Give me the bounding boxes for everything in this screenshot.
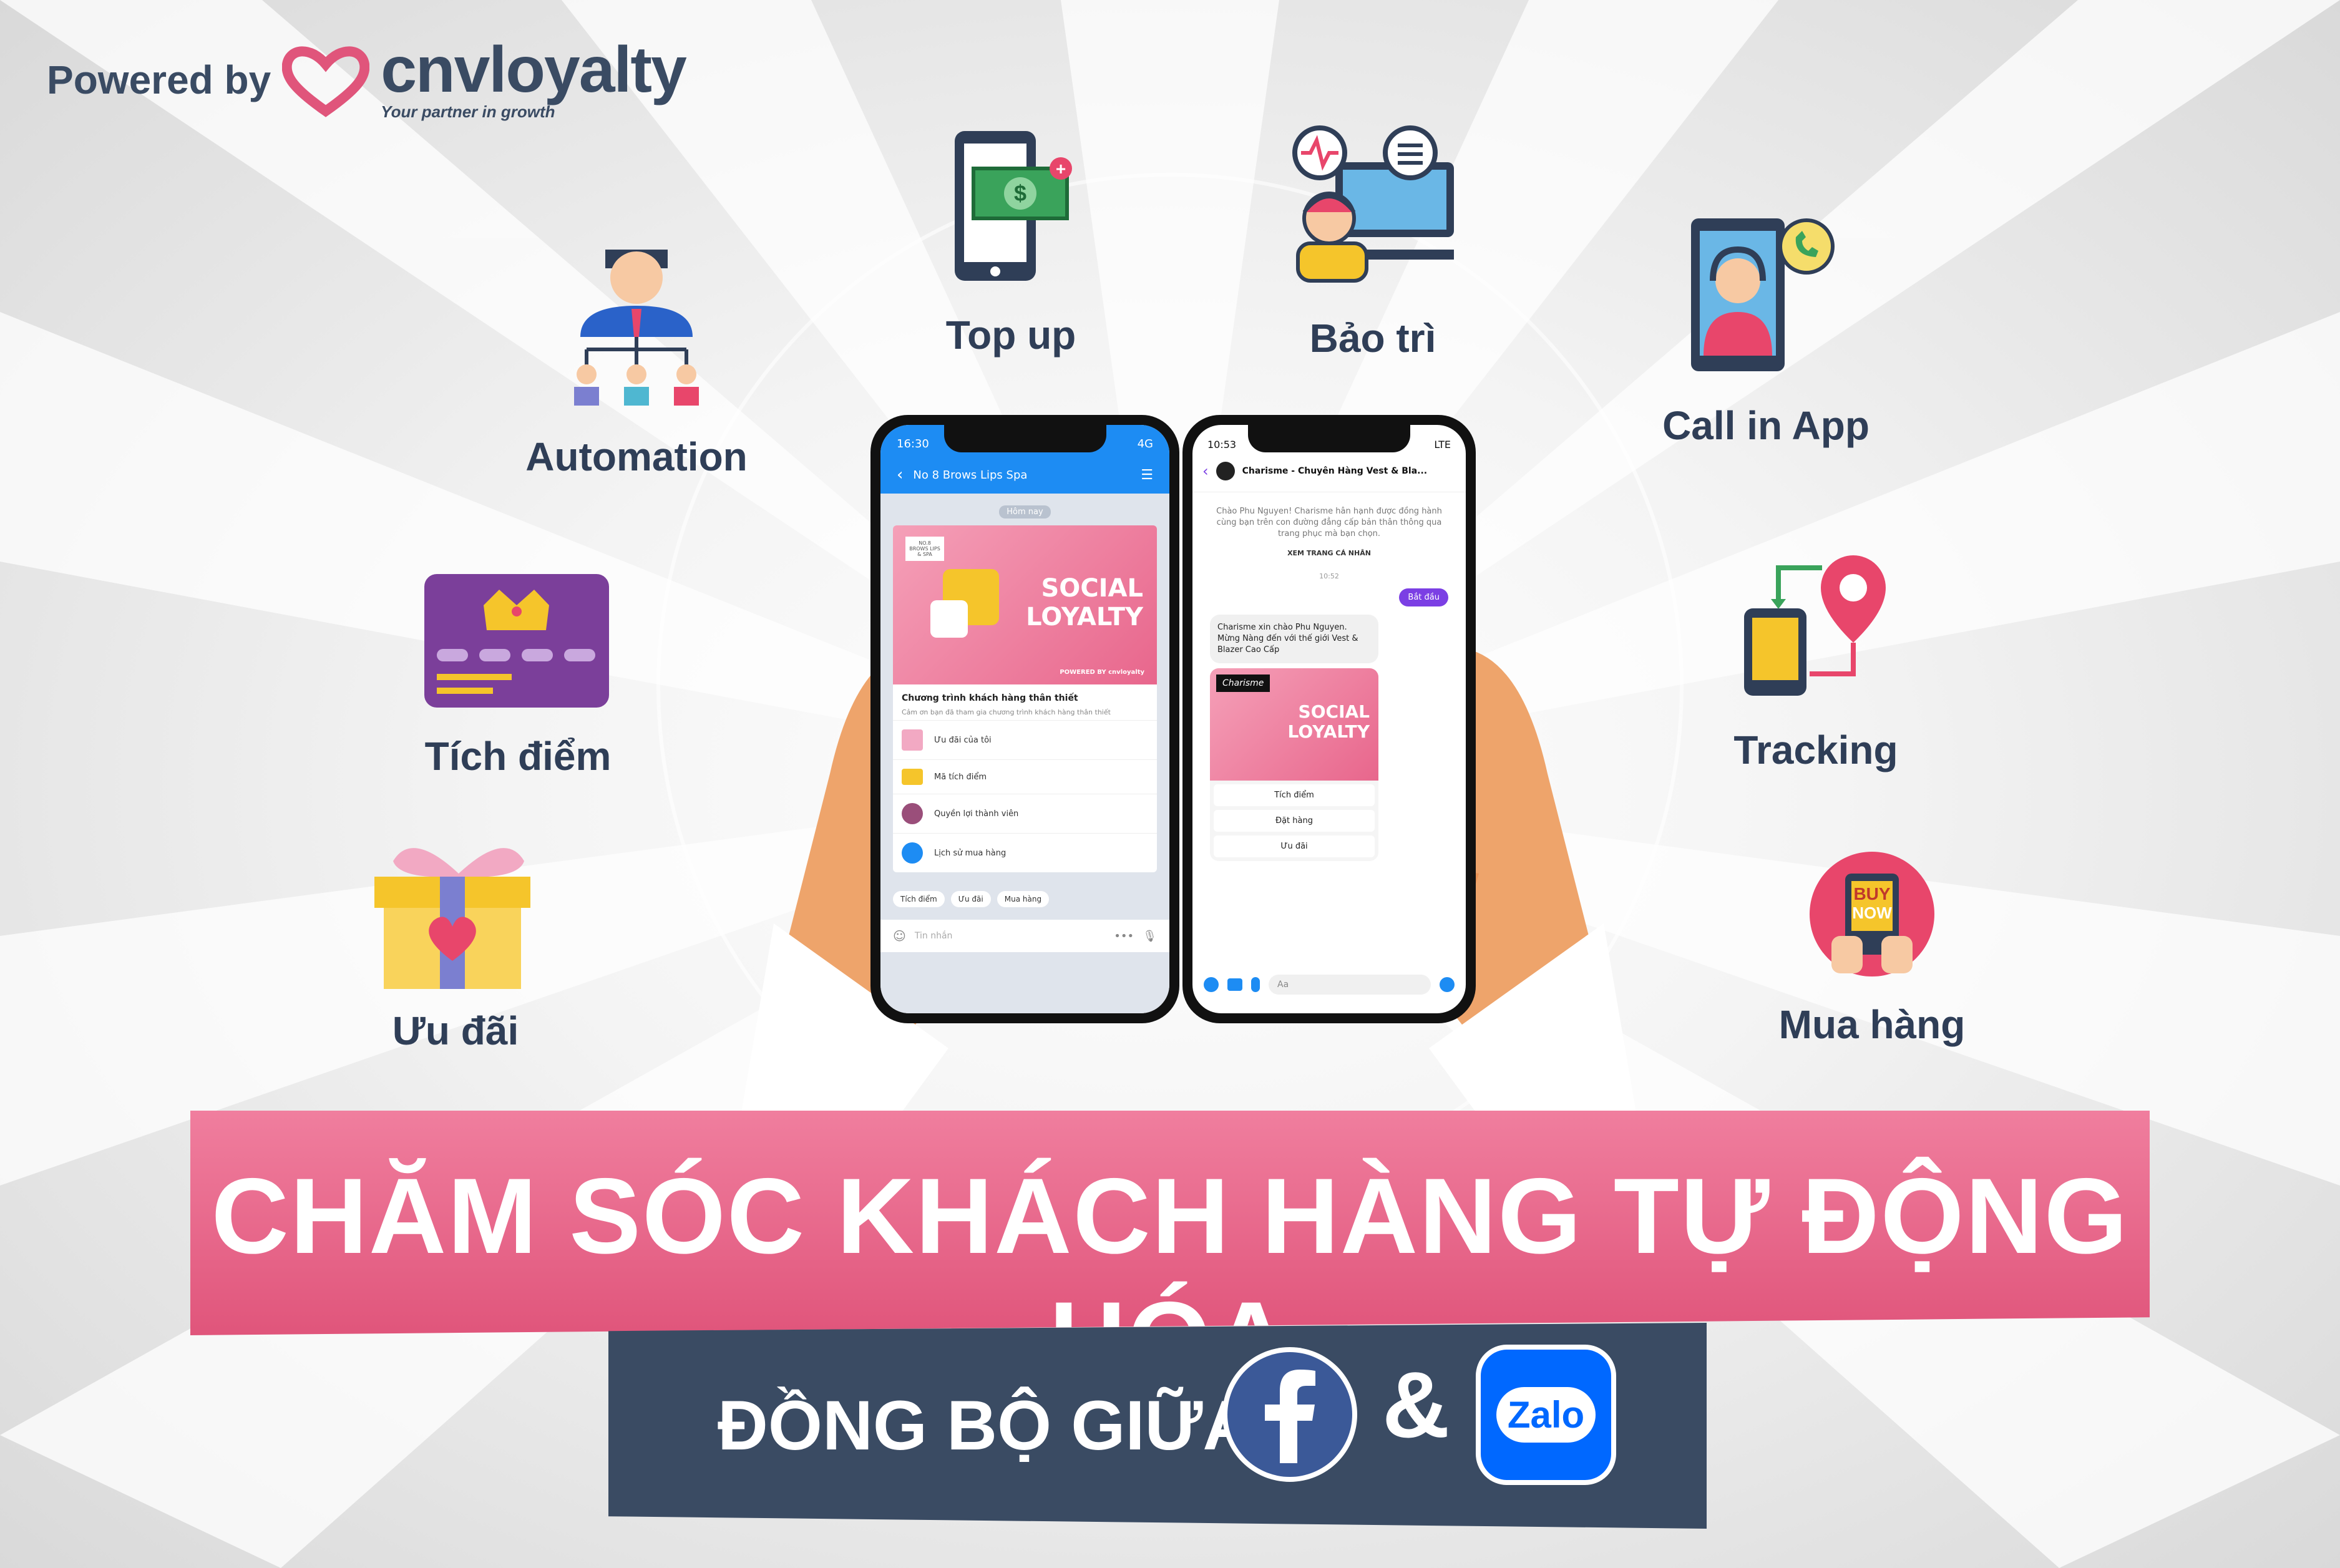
emoji-icon[interactable]: ☺ — [893, 928, 906, 943]
card-icon — [902, 769, 923, 785]
menu-label: Lịch sử mua hàng — [934, 848, 1007, 858]
call-in-app-icon — [1691, 218, 1835, 371]
chat-header-title: Charisme - Chuyên Hàng Vest & Bla... — [1242, 466, 1428, 476]
banner-title-social: SOCIAL — [1041, 574, 1144, 603]
date-chip: Hôm nay — [999, 505, 1051, 519]
mic-icon[interactable] — [1251, 977, 1260, 992]
menu-item-uu-dai[interactable]: Ưu đãi của tôi — [893, 720, 1157, 759]
page-avatar — [1216, 462, 1235, 480]
message-input[interactable]: Aa — [1269, 975, 1431, 995]
card-button-dat-hang[interactable]: Đặt hàng — [1214, 810, 1375, 832]
bot-message: Charisme xin chào Phu Nguyen. Mừng Nàng … — [1210, 614, 1378, 664]
status-time: 10:53 — [1207, 439, 1237, 450]
menu-item-lich-su[interactable]: Lịch sử mua hàng — [893, 833, 1157, 872]
menu-icon[interactable]: ☰ — [1141, 467, 1153, 483]
image-icon[interactable] — [1227, 978, 1242, 991]
clock-icon — [902, 842, 923, 864]
svg-text:BUY: BUY — [1853, 884, 1890, 903]
brand-name: cnvloyalty — [381, 34, 687, 106]
facebook-icon — [1222, 1347, 1357, 1482]
zalo-icon: Zalo — [1476, 1345, 1616, 1485]
spa-logo: NO.8 BROWS LIPS & SPA — [905, 537, 944, 561]
start-button[interactable]: Bắt đầu — [1399, 588, 1448, 606]
feature-uu-dai: Ưu đãi — [392, 1008, 519, 1053]
feature-top-up: Top up — [945, 313, 1076, 358]
powered-by-label: Powered by — [47, 57, 271, 102]
menu-label: Quyền lợi thành viên — [934, 809, 1019, 819]
menu-item-quyen-loi[interactable]: Quyền lợi thành viên — [893, 794, 1157, 833]
banner-powered: POWERED BY cnvloyalty — [1060, 669, 1144, 676]
emoji-icon[interactable] — [1440, 977, 1455, 992]
banner-title-loyalty: LOYALTY — [1026, 603, 1143, 631]
card-brand-logo: Charisme — [1216, 674, 1270, 693]
quick-uu-dai[interactable]: Ưu đãi — [950, 891, 991, 907]
menu-label: Mã tích điểm — [934, 772, 987, 782]
buy-now-icon: BUY NOW — [1810, 852, 1934, 976]
tracking-icon — [1744, 555, 1886, 696]
status-network: 4G — [1137, 437, 1153, 450]
feature-bao-tri: Bảo trì — [1309, 316, 1436, 361]
svg-text:$: $ — [1014, 180, 1026, 206]
menu-label: Ưu đãi của tôi — [934, 735, 992, 745]
heart-logo-icon — [282, 46, 370, 117]
svg-text:+: + — [1056, 159, 1066, 178]
mic-icon[interactable]: 🎙 — [1143, 930, 1157, 943]
gift-icon — [902, 729, 923, 751]
quick-mua-hang[interactable]: Mua hàng — [997, 891, 1050, 907]
view-profile-link[interactable]: XEM TRANG CÁ NHÂN — [1210, 549, 1448, 557]
loyalty-card[interactable]: Charisme SOCIAL LOYALTY Tích điểm Đặt hà… — [1210, 668, 1378, 862]
chat-header-title: No 8 Brows Lips Spa — [913, 468, 1028, 482]
menu-item-ma-tich-diem[interactable]: Mã tích điểm — [893, 759, 1157, 794]
feature-call-in-app: Call in App — [1662, 403, 1870, 448]
brand-logo: Powered by cnvloyalty Your partner in gr… — [47, 34, 687, 122]
banner-title-social: SOCIAL — [1298, 701, 1370, 723]
timestamp: 10:52 — [1319, 572, 1339, 580]
member-icon — [902, 803, 923, 824]
automation-icon — [574, 250, 699, 406]
sub-title: ĐỒNG BỘ GIỮA — [718, 1386, 1254, 1464]
feature-tich-diem: Tích điểm — [424, 734, 612, 779]
feature-tracking: Tracking — [1733, 728, 1898, 772]
program-subtitle: Cảm ơn bạn đã tham gia chương trình khác… — [902, 708, 1111, 716]
more-icon[interactable]: ••• — [1114, 930, 1134, 943]
card-button-uu-dai[interactable]: Ưu đãi — [1214, 835, 1375, 858]
messenger-phone: 10:53 LTE ‹ Charisme - Chuyên Hàng Vest … — [1182, 415, 1476, 1023]
zalo-phone: 16:30 4G ‹ No 8 Brows Lips Spa ☰ Hôm nay… — [870, 415, 1179, 1023]
feature-mua-hang: Mua hàng — [1778, 1002, 1966, 1047]
status-time: 16:30 — [897, 437, 929, 450]
message-input[interactable]: Tin nhắn — [915, 931, 1105, 941]
welcome-text: Chào Phu Nguyen! Charisme hân hạnh được … — [1216, 507, 1442, 539]
banner-title-loyalty: LOYALTY — [1287, 721, 1370, 743]
main-title-banner: CHĂM SÓC KHÁCH HÀNG TỰ ĐỘNG HÓA — [190, 1111, 2150, 1335]
loyalty-card[interactable]: NO.8 BROWS LIPS & SPA SOCIAL LOYALTY POW… — [893, 525, 1157, 872]
quick-tich-diem[interactable]: Tích điểm — [893, 891, 945, 907]
program-title: Chương trình khách hàng thân thiết — [902, 693, 1078, 703]
phone-notch — [943, 425, 1106, 452]
card-button-tich-diem[interactable]: Tích điểm — [1214, 784, 1375, 807]
feature-automation: Automation — [525, 434, 748, 479]
back-arrow-icon[interactable]: ‹ — [897, 465, 903, 484]
zalo-label: Zalo — [1496, 1387, 1596, 1443]
topup-icon: $ + — [955, 131, 1072, 281]
phone-notch — [1248, 425, 1410, 452]
back-arrow-icon[interactable]: ‹ — [1202, 462, 1209, 480]
svg-text:NOW: NOW — [1852, 903, 1892, 922]
loyalty-card-icon — [424, 574, 609, 708]
gift-box-icon — [374, 848, 530, 989]
ampersand: & — [1382, 1352, 1450, 1457]
camera-icon[interactable] — [1204, 977, 1219, 992]
status-network: LTE — [1434, 439, 1451, 450]
maintenance-icon — [1292, 125, 1454, 283]
